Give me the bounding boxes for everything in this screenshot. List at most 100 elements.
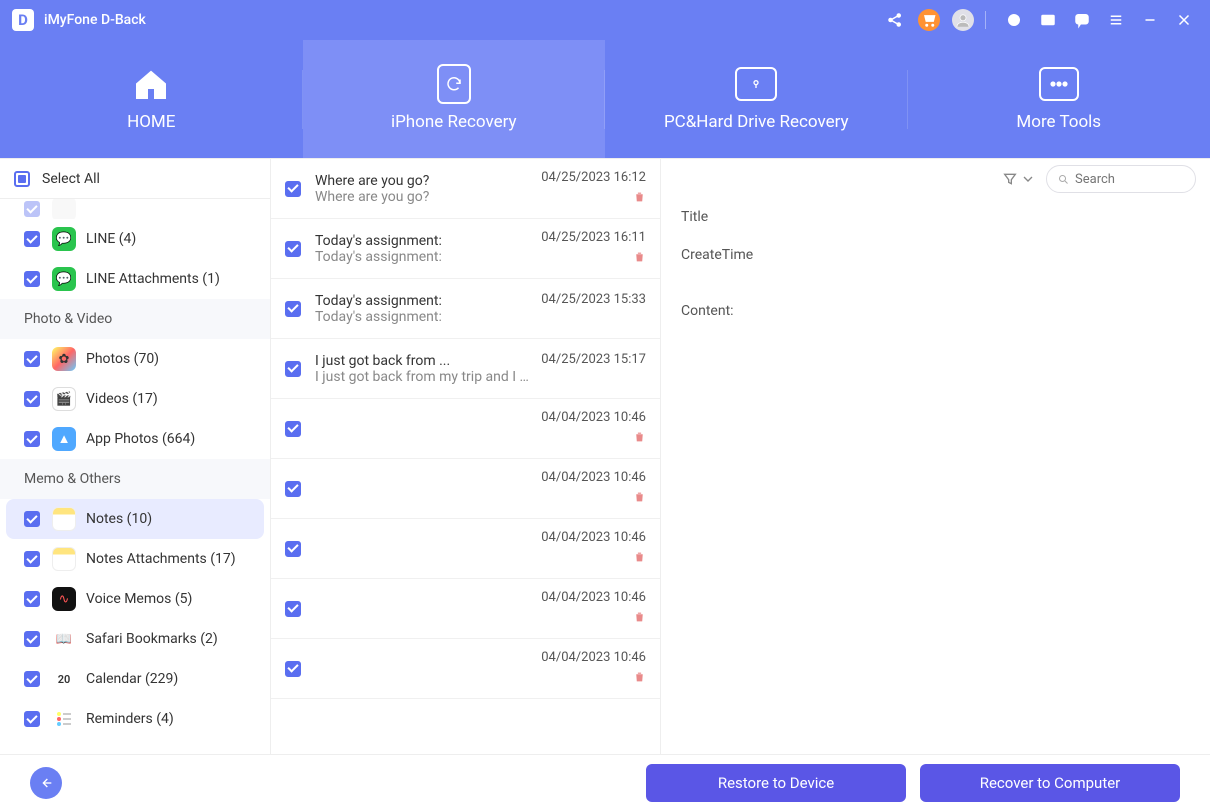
checkbox[interactable]	[24, 631, 40, 647]
trash-icon[interactable]	[633, 429, 646, 448]
checkbox[interactable]	[24, 271, 40, 287]
row-checkbox[interactable]	[285, 301, 301, 317]
row-timestamp: 04/04/2023 10:46	[541, 470, 646, 485]
trash-icon[interactable]	[633, 609, 646, 628]
sidebar-item-videos[interactable]: 🎬 Videos (17)	[0, 379, 270, 419]
nav-pc-recovery[interactable]: PC&Hard Drive Recovery	[605, 40, 908, 158]
sidebar-item-label: LINE (4)	[86, 231, 136, 247]
videos-icon: 🎬	[52, 387, 76, 411]
sidebar-item-safari-bookmarks[interactable]: 📖 Safari Bookmarks (2)	[0, 619, 270, 659]
notes-icon	[52, 507, 76, 531]
detail-createtime-label: CreateTime	[681, 247, 1190, 263]
list-row[interactable]: Today's assignment:Today's assignment:04…	[271, 219, 660, 279]
row-checkbox[interactable]	[285, 661, 301, 677]
row-preview: Today's assignment:	[315, 249, 531, 265]
list-row[interactable]: I just got back from ...I just got back …	[271, 339, 660, 399]
select-all-checkbox[interactable]	[14, 171, 30, 187]
search-box[interactable]	[1046, 165, 1196, 193]
sidebar-item-notes[interactable]: Notes (10)	[6, 499, 264, 539]
sidebar-scroll[interactable]: 💬 LINE (4) 💬 LINE Attachments (1) Photo …	[0, 199, 270, 754]
checkbox[interactable]	[24, 231, 40, 247]
list-row[interactable]: 04/04/2023 10:46	[271, 579, 660, 639]
sidebar-item-label: App Photos (664)	[86, 431, 195, 447]
select-all-row[interactable]: Select All	[0, 159, 270, 199]
row-checkbox[interactable]	[285, 241, 301, 257]
cart-icon[interactable]	[915, 6, 943, 34]
search-icon	[1057, 172, 1069, 186]
sidebar-item-calendar[interactable]: 20 Calendar (229)	[0, 659, 270, 699]
list-row[interactable]: 04/04/2023 10:46	[271, 639, 660, 699]
filter-button[interactable]	[1002, 171, 1036, 187]
sidebar-item-reminders[interactable]: Reminders (4)	[0, 699, 270, 739]
row-checkbox[interactable]	[285, 421, 301, 437]
share-icon[interactable]	[881, 6, 909, 34]
trash-icon[interactable]	[633, 669, 646, 688]
checkbox[interactable]	[24, 431, 40, 447]
notes-attachments-icon	[52, 547, 76, 571]
checkbox[interactable]	[24, 391, 40, 407]
sidebar-group-photo-video: Photo & Video	[0, 299, 270, 339]
row-checkbox[interactable]	[285, 181, 301, 197]
row-timestamp: 04/25/2023 15:17	[541, 352, 646, 367]
checkbox[interactable]	[24, 511, 40, 527]
photos-icon: ✿	[52, 347, 76, 371]
note-list[interactable]: Where are you go?Where are you go?04/25/…	[271, 159, 661, 754]
checkbox[interactable]	[24, 351, 40, 367]
checkbox[interactable]	[24, 711, 40, 727]
trash-icon[interactable]	[633, 489, 646, 508]
list-row[interactable]: 04/04/2023 10:46	[271, 519, 660, 579]
list-row[interactable]: 04/04/2023 10:46	[271, 399, 660, 459]
recover-to-computer-button[interactable]: Recover to Computer	[920, 764, 1180, 802]
trash-icon[interactable]	[633, 549, 646, 568]
avatar-icon[interactable]	[949, 6, 977, 34]
row-title: I just got back from ...	[315, 353, 531, 369]
separator	[985, 11, 986, 29]
row-checkbox[interactable]	[285, 541, 301, 557]
row-preview: Where are you go?	[315, 189, 531, 205]
nav-iphone-recovery[interactable]: iPhone Recovery	[303, 40, 606, 158]
sidebar-item-photos[interactable]: ✿ Photos (70)	[0, 339, 270, 379]
sidebar-item-app-photos[interactable]: ▲ App Photos (664)	[0, 419, 270, 459]
menu-icon[interactable]	[1102, 6, 1130, 34]
search-input[interactable]	[1075, 172, 1185, 187]
row-preview: Today's assignment:	[315, 309, 531, 325]
sidebar-item-label: Safari Bookmarks (2)	[86, 631, 218, 647]
detail-content-label: Content:	[681, 303, 1190, 319]
phone-recover-icon	[437, 66, 471, 102]
sidebar-item-voice-memos[interactable]: ∿ Voice Memos (5)	[0, 579, 270, 619]
sidebar-item-label: Voice Memos (5)	[86, 591, 192, 607]
mail-icon[interactable]	[1034, 6, 1062, 34]
restore-to-device-button[interactable]: Restore to Device	[646, 764, 906, 802]
back-button[interactable]	[30, 767, 62, 799]
trash-icon[interactable]	[633, 189, 646, 208]
sidebar-item-notes-attachments[interactable]: Notes Attachments (17)	[0, 539, 270, 579]
bookmarks-icon: 📖	[52, 627, 76, 651]
nav-more-tools[interactable]: More Tools	[908, 40, 1210, 158]
more-tools-icon	[1039, 66, 1079, 102]
feedback-icon[interactable]	[1068, 6, 1096, 34]
checkbox[interactable]	[24, 201, 40, 217]
footer: Restore to Device Recover to Computer	[0, 754, 1210, 810]
close-icon[interactable]	[1170, 6, 1198, 34]
sidebar-group-memo-others: Memo & Others	[0, 459, 270, 499]
row-checkbox[interactable]	[285, 601, 301, 617]
trash-icon[interactable]	[633, 249, 646, 268]
app-logo: D	[12, 9, 34, 31]
nav-home[interactable]: HOME	[0, 40, 303, 158]
sidebar-item-label: Notes (10)	[86, 511, 152, 527]
pc-recover-icon	[735, 66, 777, 102]
list-row[interactable]: Where are you go?Where are you go?04/25/…	[271, 159, 660, 219]
sidebar-item-line[interactable]: 💬 LINE (4)	[0, 219, 270, 259]
checkbox[interactable]	[24, 551, 40, 567]
checkbox[interactable]	[24, 671, 40, 687]
row-checkbox[interactable]	[285, 361, 301, 377]
detail-pane: Title CreateTime Content:	[661, 159, 1210, 754]
row-checkbox[interactable]	[285, 481, 301, 497]
sidebar-item-line-attachments[interactable]: 💬 LINE Attachments (1)	[0, 259, 270, 299]
minimize-icon[interactable]	[1136, 6, 1164, 34]
list-row[interactable]: Today's assignment:Today's assignment:04…	[271, 279, 660, 339]
settings-icon[interactable]	[1000, 6, 1028, 34]
checkbox[interactable]	[24, 591, 40, 607]
list-row[interactable]: 04/04/2023 10:46	[271, 459, 660, 519]
reminders-icon	[52, 707, 76, 731]
